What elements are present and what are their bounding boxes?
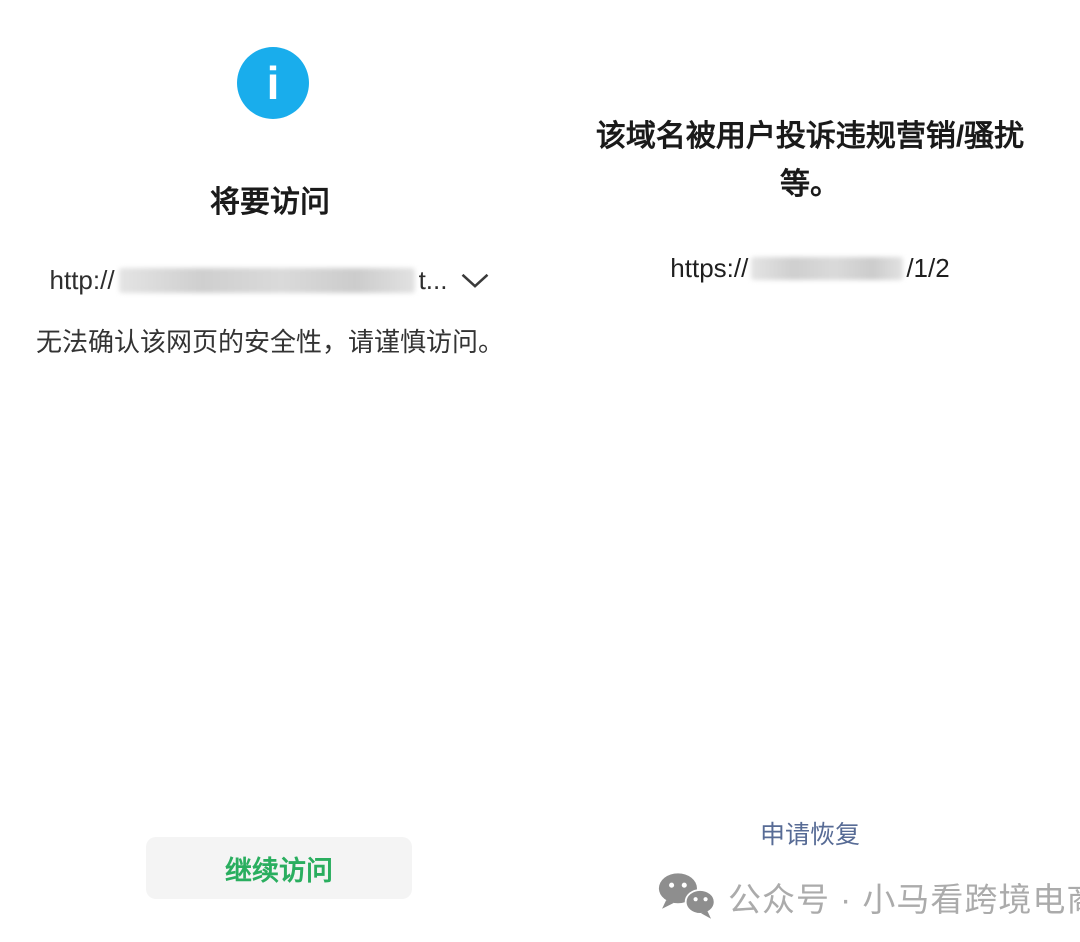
complaint-title: 该域名被用户投诉违规营销/骚扰等。 xyxy=(584,113,1036,209)
page: i 将要访问 http:// t... 无法确认该网页的安全性，请谨慎访问。 继… xyxy=(0,0,1080,942)
url-tail: /1/2 xyxy=(906,253,949,284)
wechat-logo-icon xyxy=(658,872,716,921)
info-icon-glyph: i xyxy=(267,60,280,106)
url-row-left: http:// t... xyxy=(0,265,540,296)
redacted-url-blur xyxy=(751,257,903,280)
continue-button[interactable]: 继续访问 xyxy=(146,837,412,899)
chevron-down-icon[interactable] xyxy=(460,272,490,289)
visit-title: 将要访问 xyxy=(0,177,540,221)
url-row-right: https:// /1/2 xyxy=(540,253,1080,284)
appeal-recovery-link[interactable]: 申请恢复 xyxy=(540,815,1080,851)
visit-warning-panel: i 将要访问 http:// t... 无法确认该网页的安全性，请谨慎访问。 继… xyxy=(0,0,540,942)
url-scheme: https:// xyxy=(670,253,748,284)
domain-complaint-panel: 该域名被用户投诉违规营销/骚扰等。 https:// /1/2 申请恢复 xyxy=(540,0,1080,942)
url-tail: t... xyxy=(419,265,448,296)
info-icon: i xyxy=(237,47,309,119)
watermark-text: 公众号 · 小马看跨境电商 xyxy=(728,873,1080,921)
redacted-url-blur xyxy=(119,268,415,293)
security-warning-text: 无法确认该网页的安全性，请谨慎访问。 xyxy=(0,322,540,359)
watermark: 公众号 · 小马看跨境电商 xyxy=(658,872,1080,921)
url-scheme: http:// xyxy=(50,265,115,296)
